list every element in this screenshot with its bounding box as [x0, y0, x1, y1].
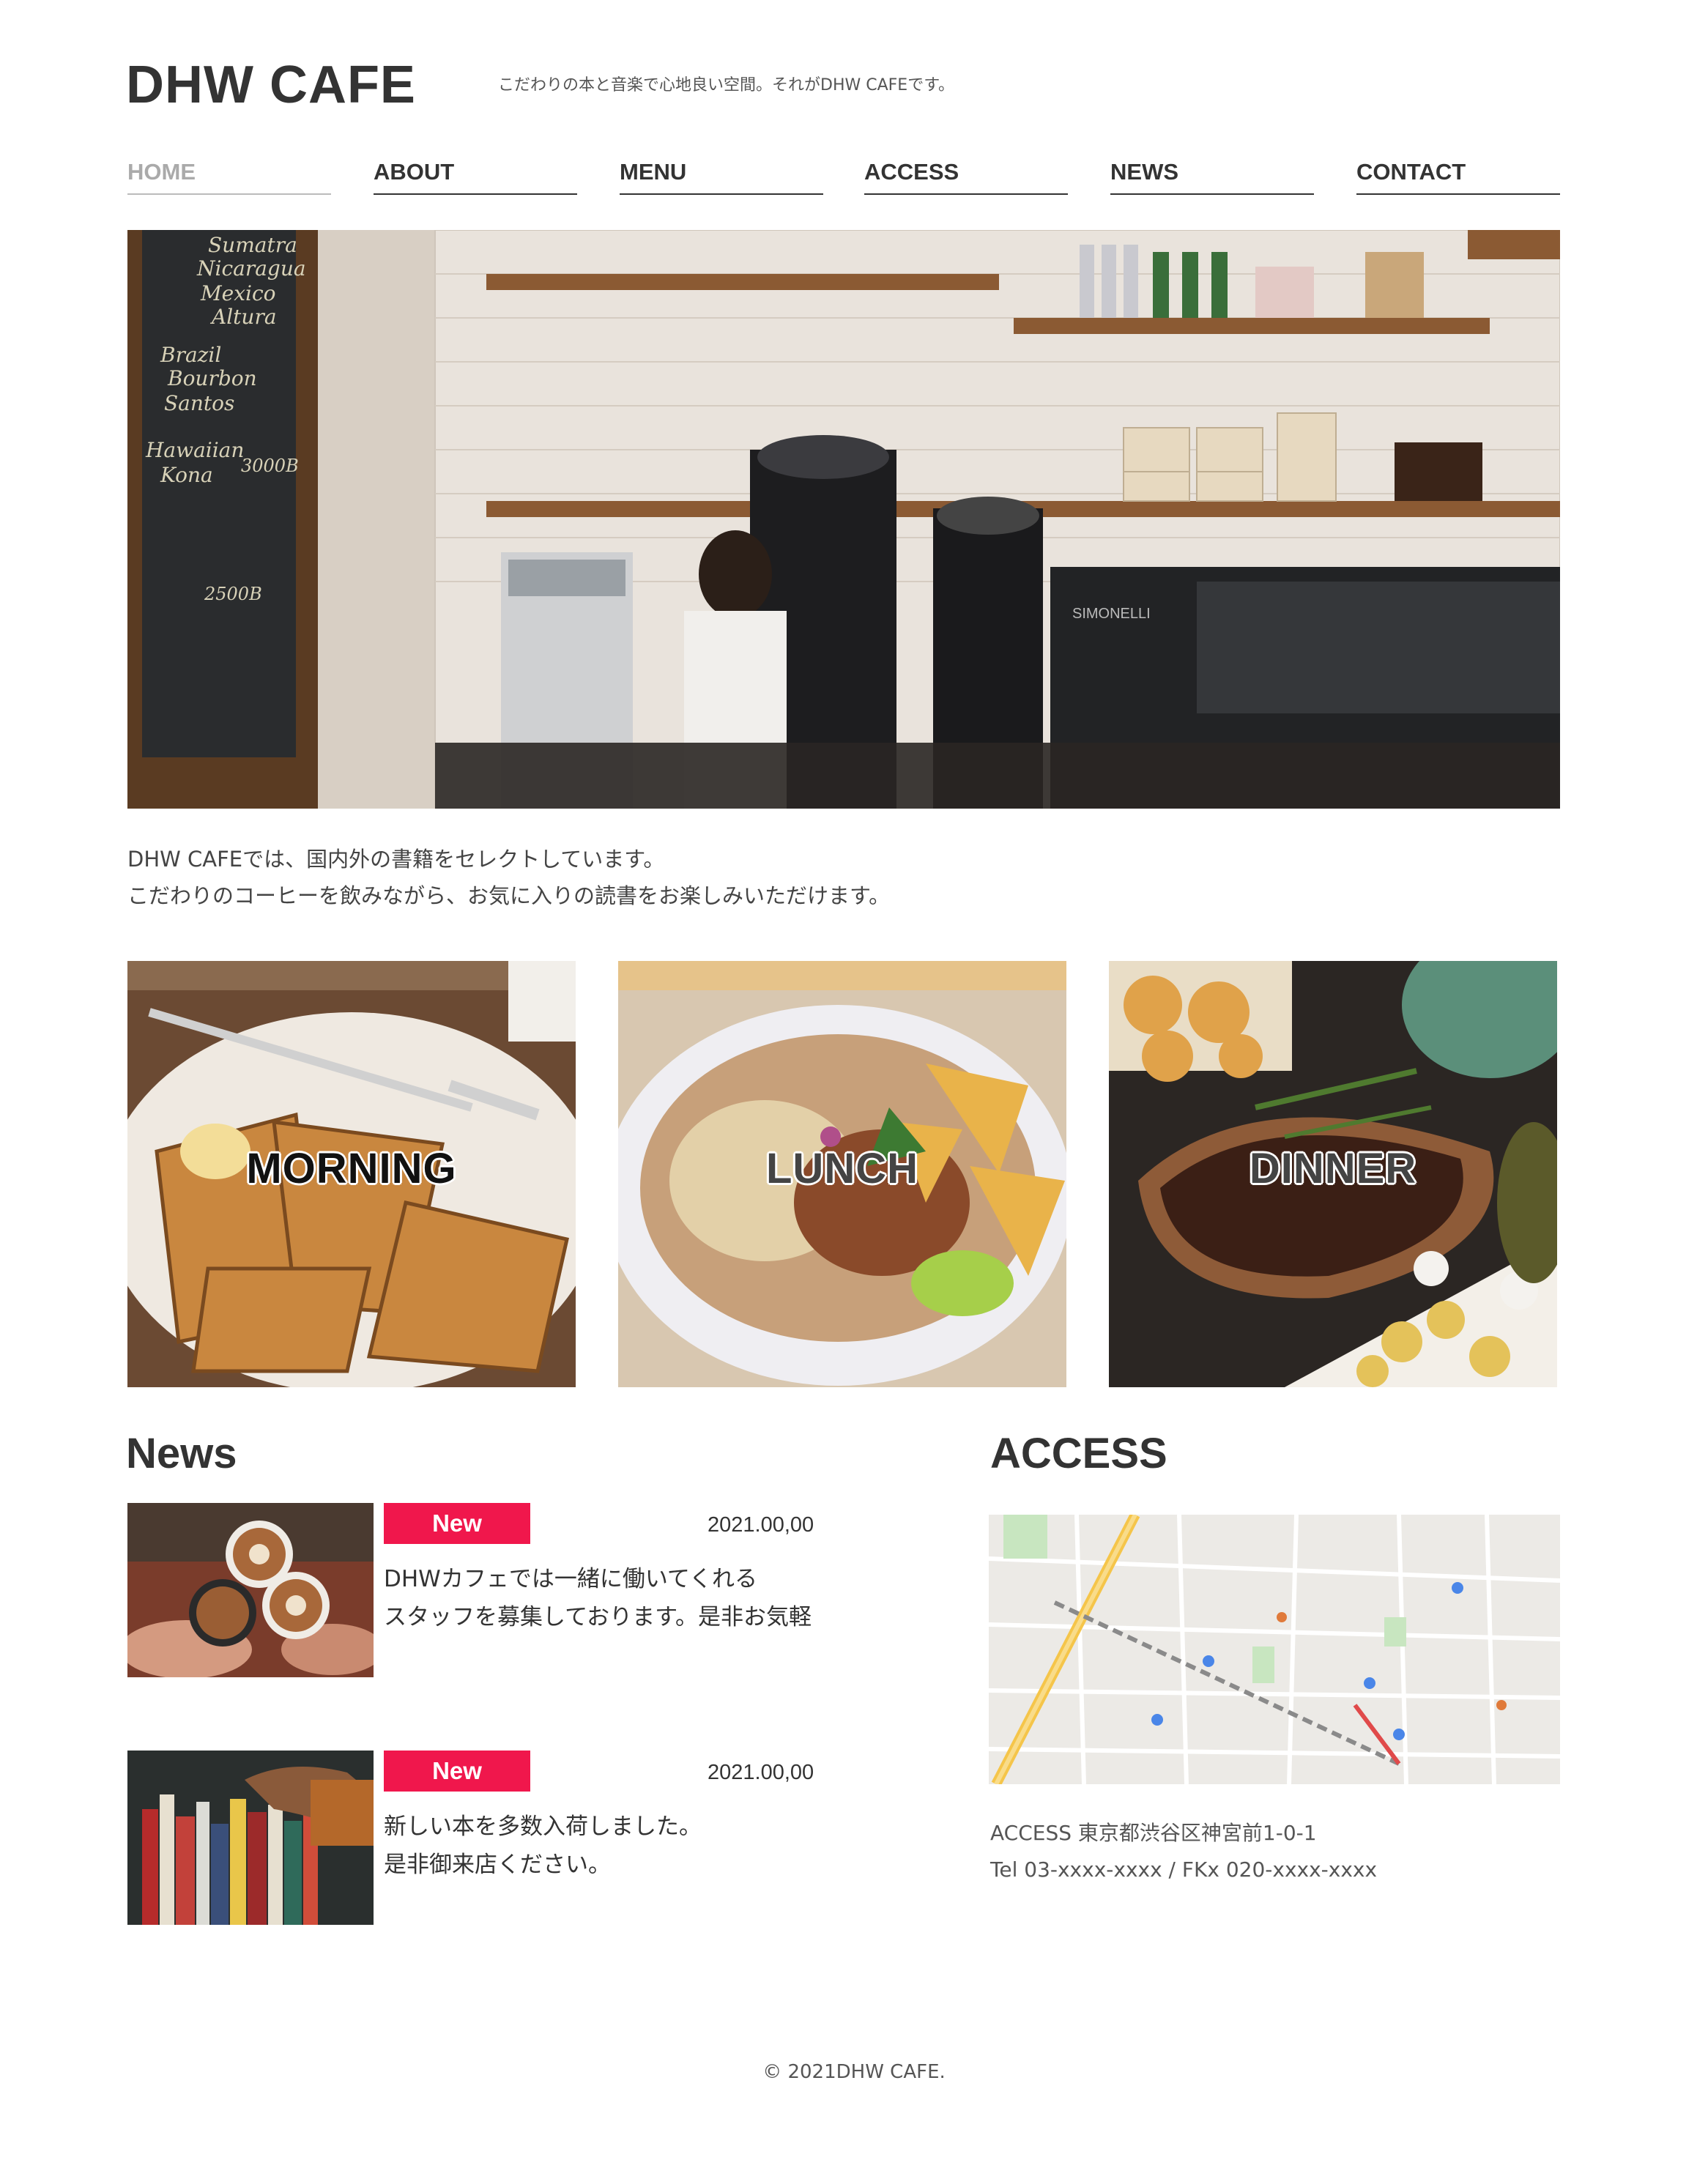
bookshelf-photo-icon: [127, 1751, 374, 1925]
svg-text:SIMONELLI: SIMONELLI: [1072, 606, 1151, 622]
access-tel: Tel 03-xxxx-xxxx / FKx 020-xxxx-xxxx: [990, 1857, 1378, 1882]
street-map-icon[interactable]: [989, 1515, 1560, 1784]
news-badge-new: New: [384, 1751, 530, 1792]
nav-item-menu[interactable]: MENU: [620, 155, 823, 195]
news-text-line-2: スタッフを募集しております。是非お気軽: [384, 1604, 812, 1630]
menu-label-lunch: LUNCH: [766, 1145, 918, 1192]
svg-text:Bourbon: Bourbon: [167, 366, 257, 390]
news-text-line-1: 新しい本を多数入荷しました。: [384, 1814, 702, 1840]
nav-item-news[interactable]: NEWS: [1110, 155, 1314, 195]
news-title: News: [126, 1430, 237, 1477]
menu-tile-dinner[interactable]: DINNER: [1109, 961, 1557, 1387]
intro-line-2: こだわりのコーヒーを飲みながら、お気に入りの読書をお楽しみいただけます。: [127, 883, 891, 908]
svg-text:Kona: Kona: [160, 463, 213, 487]
nav-item-home[interactable]: HOME: [127, 155, 331, 195]
access-address: ACCESS 東京都渋谷区神宮前1-0-1: [990, 1821, 1317, 1845]
menu-tile-morning[interactable]: MORNING: [127, 961, 576, 1387]
svg-text:2500B: 2500B: [204, 584, 262, 604]
news-badge-new: New: [384, 1503, 530, 1544]
site-tagline: こだわりの本と音楽で心地良い空間。それがDHW CAFEです。: [498, 76, 954, 94]
menu-label-dinner: DINNER: [1249, 1145, 1417, 1192]
nav-item-about[interactable]: ABOUT: [374, 155, 577, 195]
news-text-line-1: DHWカフェでは一緒に働いてくれる: [384, 1566, 757, 1592]
hero-cafe-photo: Sumatra Nicaragua Mexico Altura Brazil B…: [127, 230, 1560, 809]
svg-text:Hawaiian: Hawaiian: [145, 438, 244, 462]
news-date: 2021.00,00: [708, 1513, 814, 1537]
intro-text: DHW CAFEでは、国内外の書籍をセレクトしています。 こだわりのコーヒーを飲…: [127, 841, 890, 914]
svg-text:Santos: Santos: [164, 391, 234, 415]
svg-text:Sumatra: Sumatra: [208, 233, 297, 257]
svg-text:Brazil: Brazil: [160, 343, 221, 367]
latte-cups-photo-icon: [127, 1503, 374, 1677]
news-date: 2021.00,00: [708, 1761, 814, 1784]
svg-text:Altura: Altura: [209, 305, 277, 329]
news-text-line-2: 是非御来店ください。: [384, 1852, 611, 1878]
svg-text:Mexico: Mexico: [200, 281, 276, 305]
svg-text:Nicaragua: Nicaragua: [196, 256, 306, 281]
nav-item-contact[interactable]: CONTACT: [1356, 155, 1560, 195]
nav-item-access[interactable]: ACCESS: [864, 155, 1068, 195]
footer-copyright: © 2021DHW CAFE.: [762, 2061, 946, 2083]
access-title: ACCESS: [990, 1430, 1167, 1477]
intro-line-1: DHW CAFEでは、国内外の書籍をセレクトしています。: [127, 847, 665, 872]
site-logo[interactable]: DHW CAFE: [126, 50, 416, 120]
access-info: ACCESS 東京都渋谷区神宮前1-0-1 Tel 03-xxxx-xxxx /…: [990, 1815, 1377, 1888]
menu-tile-lunch[interactable]: LUNCH: [618, 961, 1066, 1387]
svg-text:3000B: 3000B: [241, 456, 299, 476]
menu-label-morning: MORNING: [246, 1145, 457, 1192]
news-text: DHWカフェでは一緒に働いてくれる スタッフを募集しております。是非お気軽: [384, 1560, 838, 1636]
news-text: 新しい本を多数入荷しました。 是非御来店ください。: [384, 1808, 838, 1884]
